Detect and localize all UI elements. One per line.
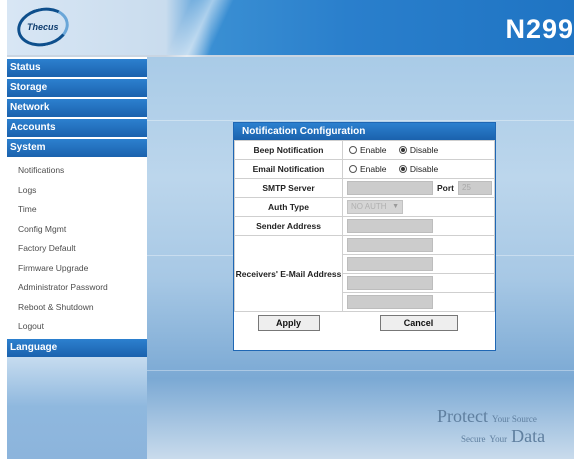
beep-enable-radio[interactable]	[349, 146, 357, 154]
slogan: Protect Your Source Secure Your Data	[437, 406, 567, 452]
sidebar-item-factory-default[interactable]: Factory Default	[7, 239, 147, 259]
beep-disable-option[interactable]: Disable	[398, 145, 439, 155]
slogan-line-1: Protect Your Source	[437, 406, 537, 427]
apply-cell: Apply	[235, 312, 343, 334]
auth-type-select[interactable]: NO AUTH ▼	[347, 200, 403, 214]
sidebar-section-accounts[interactable]: Accounts	[7, 119, 147, 137]
sidebar-item-config-mgmt[interactable]: Config Mgmt	[7, 220, 147, 240]
sidebar-item-firmware-upgrade[interactable]: Firmware Upgrade	[7, 259, 147, 279]
chevron-down-icon: ▼	[392, 203, 399, 210]
sidebar-item-administrator-password[interactable]: Administrator Password	[7, 278, 147, 298]
receiver-cell	[342, 254, 495, 274]
logo-text: Thecus	[27, 22, 59, 33]
thecus-logo: Thecus	[13, 3, 73, 51]
sidebar-item-notifications[interactable]: Notifications	[7, 161, 147, 181]
smtp-server-input[interactable]	[347, 181, 433, 195]
cancel-cell: Cancel	[343, 312, 495, 334]
sidebar-lower-background	[7, 343, 147, 459]
sidebar-section-storage[interactable]: Storage	[7, 79, 147, 97]
system-submenu: Notifications Logs Time Config Mgmt Fact…	[7, 159, 147, 339]
auth-row: Auth Type NO AUTH ▼	[234, 197, 495, 217]
auth-type-value: NO AUTH	[351, 202, 387, 211]
apply-button[interactable]: Apply	[257, 314, 320, 331]
cancel-button[interactable]: Cancel	[379, 314, 458, 331]
sidebar-section-status[interactable]: Status	[7, 59, 147, 77]
slogan-data: Data	[511, 426, 546, 446]
port-input[interactable]: 25	[458, 181, 492, 195]
button-row: Apply Cancel	[235, 312, 495, 334]
beep-row: Beep Notification Enable Disable	[234, 140, 495, 160]
receivers-row: Receivers' E-Mail Address	[234, 235, 495, 312]
sender-address-input[interactable]	[347, 219, 433, 233]
sidebar-section-language[interactable]: Language	[7, 338, 147, 357]
receiver-cell	[342, 292, 495, 312]
notification-config-panel: Notification Configuration Beep Notifica…	[233, 122, 496, 351]
slogan-secure: Secure	[461, 434, 486, 444]
email-disable-option[interactable]: Disable	[398, 164, 439, 174]
port-label: Port	[437, 183, 454, 193]
background-stripe	[147, 120, 574, 121]
auth-label: Auth Type	[234, 197, 343, 217]
slogan-protect: Protect	[437, 406, 488, 426]
slogan-your-source: Your Source	[492, 414, 537, 424]
sender-label: Sender Address	[234, 216, 343, 236]
header-swoosh	[157, 0, 247, 57]
smtp-row: SMTP Server Port 25	[234, 178, 495, 198]
header-banner: Thecus N299	[7, 0, 574, 57]
receiver-email-input[interactable]	[347, 257, 433, 271]
email-disable-label: Disable	[409, 164, 439, 174]
email-enable-option[interactable]: Enable	[349, 164, 386, 174]
receiver-email-input[interactable]	[347, 276, 433, 290]
sidebar-section-system[interactable]: System	[7, 139, 147, 157]
receivers-label: Receivers' E-Mail Address	[234, 235, 343, 312]
email-row: Email Notification Enable Disable	[234, 159, 495, 179]
email-enable-label: Enable	[360, 164, 387, 174]
email-disable-radio[interactable]	[398, 165, 407, 173]
slogan-your: Your	[489, 434, 508, 444]
sidebar-item-time[interactable]: Time	[7, 200, 147, 220]
sidebar-section-network[interactable]: Network	[7, 99, 147, 117]
email-enable-radio[interactable]	[349, 165, 357, 173]
beep-disable-radio[interactable]	[398, 146, 407, 154]
sidebar-item-logout[interactable]: Logout	[7, 317, 147, 337]
slogan-line-2: Secure Your Data	[461, 426, 545, 447]
email-label: Email Notification	[234, 159, 343, 179]
notification-form: Beep Notification Enable Disable Email N…	[234, 140, 495, 334]
page-frame: Thecus N299 Status Storage Network Accou…	[0, 0, 574, 461]
model-name: N299	[505, 14, 574, 44]
beep-label: Beep Notification	[234, 140, 343, 160]
beep-enable-label: Enable	[360, 145, 387, 155]
sidebar-item-reboot-shutdown[interactable]: Reboot & Shutdown	[7, 298, 147, 318]
sender-row: Sender Address	[234, 216, 495, 236]
beep-disable-label: Disable	[409, 145, 439, 155]
receiver-email-input[interactable]	[347, 295, 433, 309]
background-stripe	[147, 370, 574, 371]
receiver-email-input[interactable]	[347, 238, 433, 252]
receiver-cell	[342, 273, 495, 293]
beep-options: Enable Disable	[342, 140, 495, 160]
panel-title: Notification Configuration	[234, 123, 495, 140]
sender-cell	[342, 216, 495, 236]
smtp-cell: Port 25	[342, 178, 495, 198]
sidebar-menu: Status Storage Network Accounts System N…	[7, 57, 147, 357]
receiver-cell	[342, 235, 495, 255]
smtp-label: SMTP Server	[234, 178, 343, 198]
sidebar-item-logs[interactable]: Logs	[7, 181, 147, 201]
auth-cell: NO AUTH ▼	[342, 197, 495, 217]
email-options: Enable Disable	[342, 159, 495, 179]
beep-enable-option[interactable]: Enable	[349, 145, 386, 155]
